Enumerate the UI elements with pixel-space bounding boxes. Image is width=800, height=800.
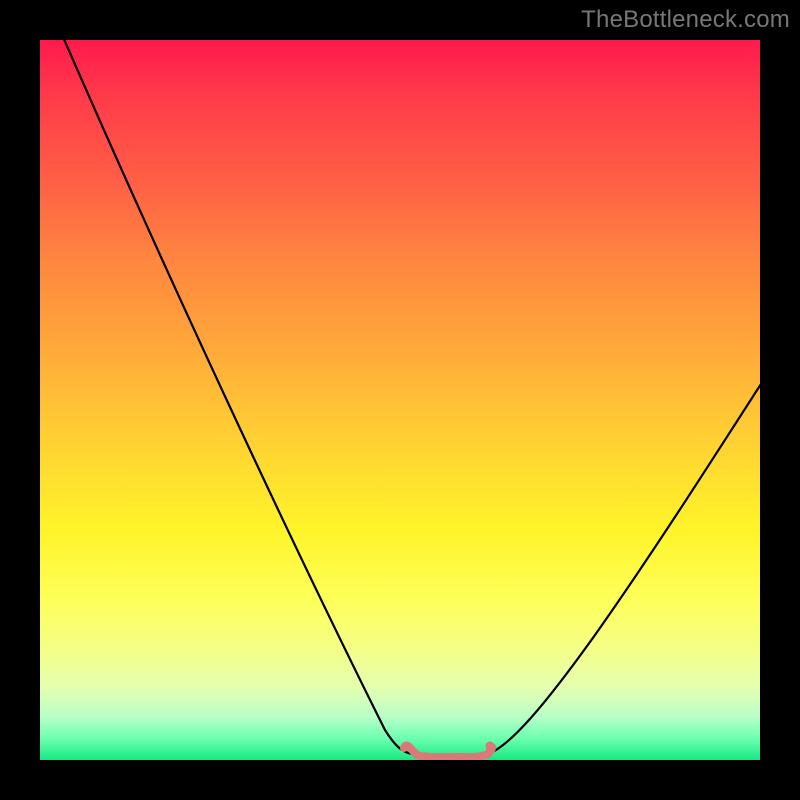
bottleneck-curve-left (60, 40, 412, 754)
plot-area (40, 40, 760, 760)
chart-frame: TheBottleneck.com (0, 0, 800, 800)
flat-marker-dot-right (486, 742, 495, 751)
flat-bottom-marker (404, 746, 492, 758)
watermark-text: TheBottleneck.com (581, 6, 790, 34)
bottleneck-curve-right (488, 370, 760, 754)
curve-layer (40, 40, 760, 760)
flat-marker-dot-left (402, 742, 411, 751)
